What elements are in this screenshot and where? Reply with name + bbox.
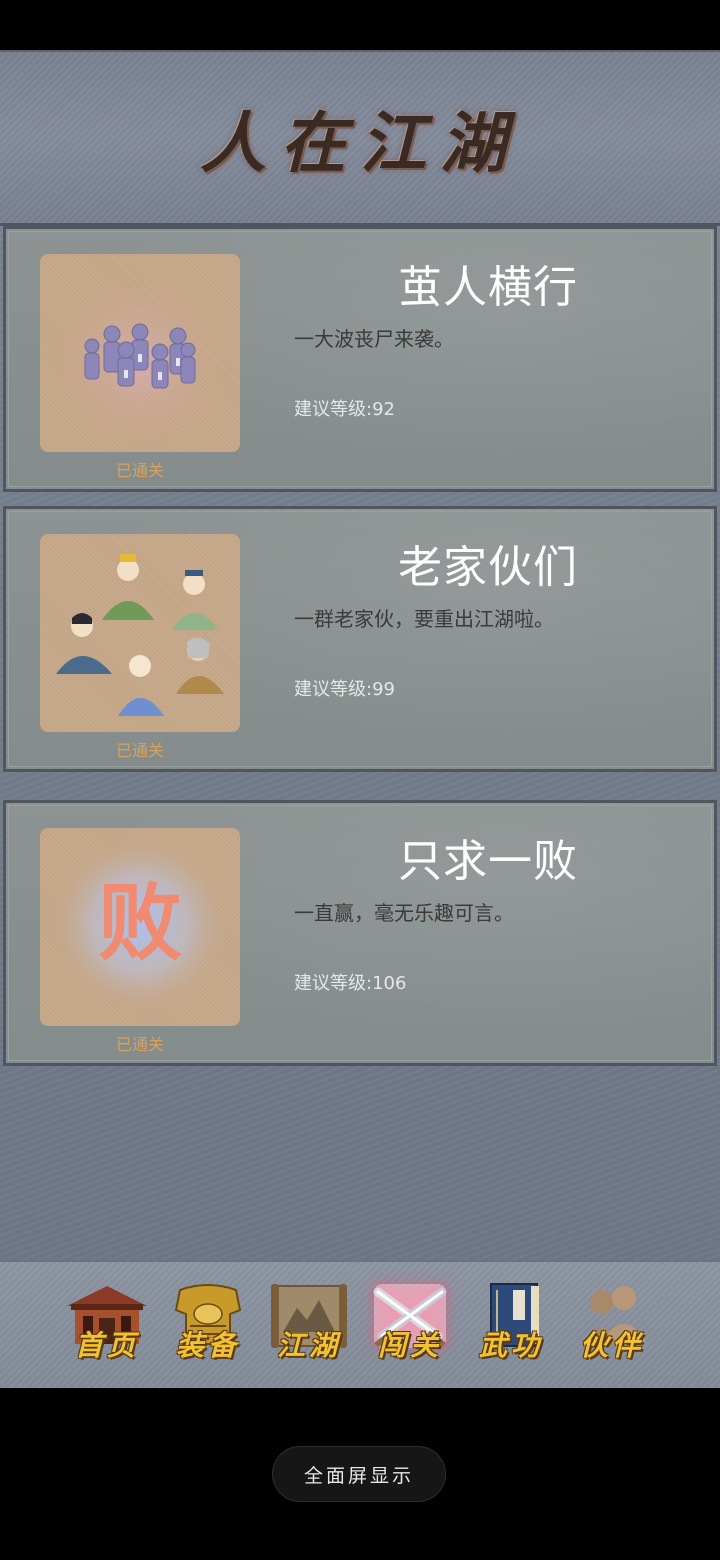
nav-item-companions[interactable]: 伙伴	[566, 1280, 658, 1372]
level-recommended: 建议等级:106	[294, 973, 407, 994]
app-screen: 人在江湖 已通关 茧人横行 一大波丧尸来袭。 建议等级:92 已通关 老家伙们 …	[0, 0, 720, 1560]
fullscreen-button[interactable]: 全面屏显示	[272, 1446, 446, 1502]
level-description: 一群老家伙，要重出江湖啦。	[294, 607, 554, 631]
nav-label: 江湖	[276, 1329, 341, 1362]
level-description: 一直赢，毫无乐趣可言。	[294, 901, 514, 925]
level-status: 已通关	[115, 1035, 164, 1054]
level-title: 老家伙们	[398, 542, 578, 593]
nav-label: 首页	[74, 1329, 139, 1362]
nav-item-martial-arts[interactable]: 武功	[465, 1280, 557, 1372]
elders-icon	[40, 534, 240, 732]
nav-item-home[interactable]: 首页	[61, 1280, 153, 1372]
level-recommended: 建议等级:99	[294, 679, 395, 700]
page-title: 人在江湖	[200, 103, 520, 182]
level-recommended: 建议等级:92	[294, 399, 395, 420]
level-description: 一大波丧尸来袭。	[294, 327, 454, 351]
nav-item-challenge[interactable]: 闯关	[364, 1280, 456, 1372]
level-card-3[interactable]: 败 已通关 只求一败 一直赢，毫无乐趣可言。 建议等级:106	[3, 800, 717, 1066]
defeat-glyph-icon: 败	[40, 828, 240, 1026]
nav-label: 武功	[478, 1329, 543, 1362]
level-card-1[interactable]: 已通关 茧人横行 一大波丧尸来袭。 建议等级:92	[3, 226, 717, 492]
nav-item-jianghu[interactable]: 江湖	[263, 1280, 355, 1372]
zombies-icon	[40, 254, 240, 452]
nav-item-equipment[interactable]: 装备	[162, 1280, 254, 1372]
level-title: 只求一败	[398, 836, 578, 887]
nav-label: 伙伴	[579, 1329, 644, 1362]
bottom-nav: 首页 装备 江湖 闯关 武功 伙伴	[0, 1260, 720, 1388]
level-list[interactable]: 已通关 茧人横行 一大波丧尸来袭。 建议等级:92 已通关 老家伙们 一群老家伙…	[0, 226, 720, 1260]
nav-label: 装备	[175, 1329, 240, 1362]
level-status: 已通关	[115, 741, 164, 760]
nav-label: 闯关	[377, 1329, 442, 1362]
page-header: 人在江湖	[0, 50, 720, 226]
level-title: 茧人横行	[398, 262, 578, 313]
level-card-2[interactable]: 已通关 老家伙们 一群老家伙，要重出江湖啦。 建议等级:99	[3, 506, 717, 772]
level-status: 已通关	[115, 461, 164, 480]
defeat-glyph: 败	[98, 873, 182, 972]
